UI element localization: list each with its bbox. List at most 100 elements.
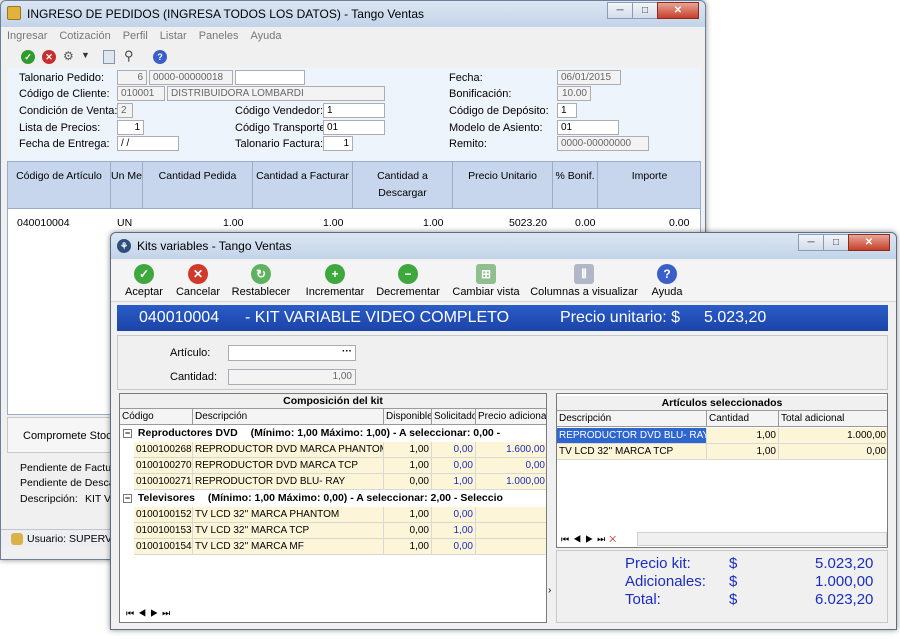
- deposito-label: Código de Depósito:: [449, 105, 549, 117]
- accept-button[interactable]: ✓ Aceptar: [121, 264, 167, 298]
- accept-icon[interactable]: ✓: [21, 50, 35, 64]
- prev-record-icon[interactable]: ◀: [138, 608, 150, 618]
- minimize-button[interactable]: ─: [607, 2, 633, 19]
- columns-button[interactable]: ⫴ Columnas a visualizar: [529, 264, 639, 298]
- row-cantidad: 1.00: [223, 217, 244, 229]
- cliente-code-field[interactable]: 010001: [117, 86, 165, 101]
- articulo-input[interactable]: [228, 345, 356, 361]
- collapse-icon[interactable]: −: [123, 494, 132, 503]
- delete-icon[interactable]: ✕: [609, 534, 620, 544]
- asiento-field[interactable]: 01: [557, 120, 619, 135]
- talonario-order-field[interactable]: 0000-00000018: [149, 70, 233, 85]
- deposito-field[interactable]: 1: [557, 103, 577, 118]
- group-row[interactable]: − Televisores (Mínimo: 1,00 Máximo: 0,00…: [120, 491, 503, 506]
- prev-record-icon[interactable]: ◀: [573, 534, 585, 544]
- cell-codigo: 0100100271: [134, 474, 193, 490]
- col-cantidad-descargar[interactable]: Cantidad a Descargar: [353, 162, 453, 208]
- col-importe[interactable]: Importe: [598, 162, 701, 208]
- condicion-field[interactable]: 2: [117, 103, 133, 118]
- col-codigo[interactable]: Código de Artículo: [8, 162, 111, 208]
- selected-nav[interactable]: ⏮◀▶⏭✕: [561, 534, 620, 545]
- lista-field[interactable]: 1: [117, 120, 144, 135]
- col-codigo[interactable]: Código: [120, 409, 193, 425]
- globe-icon: ⚘: [117, 239, 131, 253]
- collapse-icon[interactable]: −: [123, 429, 132, 438]
- cell-solicitado: 1,00: [432, 523, 476, 539]
- col-sel-cantidad[interactable]: Cantidad: [707, 411, 779, 427]
- close-button[interactable]: ✕: [657, 2, 699, 19]
- help-button[interactable]: ? Ayuda: [647, 264, 687, 298]
- col-unidad[interactable]: Un Me: [111, 162, 143, 208]
- menu-perfil[interactable]: Perfil: [117, 28, 154, 44]
- cell-precio: 0,00: [476, 458, 546, 474]
- row-importe: 0.00: [669, 217, 690, 229]
- col-cantidad-pedida[interactable]: Cantidad Pedida: [143, 162, 253, 208]
- talonario-number-field[interactable]: 6: [117, 70, 147, 85]
- col-descripcion[interactable]: Descripción: [193, 409, 384, 425]
- cliente-name-field[interactable]: DISTRIBUIDORA LOMBARDI: [167, 86, 385, 101]
- menu-paneles[interactable]: Paneles: [193, 28, 245, 44]
- first-record-icon[interactable]: ⏮: [126, 608, 138, 618]
- selected-title: Artículos seleccionados: [557, 396, 887, 411]
- ellipsis-icon[interactable]: ···: [342, 346, 352, 357]
- entrega-field[interactable]: / /: [117, 136, 179, 151]
- kits-window: ⚘ Kits variables - Tango Ventas ─ □ ✕ ✓ …: [110, 232, 897, 630]
- talfact-field[interactable]: 1: [323, 136, 353, 151]
- cell-precio: 1.600,00: [476, 442, 546, 458]
- cell-sel-total: 1.000,00: [779, 428, 887, 444]
- kits-minimize-button[interactable]: ─: [798, 234, 824, 251]
- cancel-button[interactable]: ✕ Cancelar: [173, 264, 223, 298]
- lista-label: Lista de Precios:: [19, 122, 101, 134]
- col-solicitado[interactable]: Solicitado: [432, 409, 476, 425]
- col-precio-unitario[interactable]: Precio Unitario: [453, 162, 553, 208]
- last-record-icon[interactable]: ⏭: [162, 608, 174, 618]
- order-grid-header: Código de Artículo Un Me Cantidad Pedida…: [7, 161, 701, 209]
- cancel-icon[interactable]: ✕: [42, 50, 56, 64]
- col-cantidad-facturar[interactable]: Cantidad a Facturar: [253, 162, 353, 208]
- search-icon[interactable]: ⚲: [124, 48, 134, 64]
- bonif-field[interactable]: 10.00: [557, 86, 591, 101]
- accept-label: Aceptar: [125, 286, 163, 298]
- kits-close-button[interactable]: ✕: [848, 234, 890, 251]
- transporte-label: Código Transporte:: [235, 122, 329, 134]
- first-record-icon[interactable]: ⏮: [561, 534, 573, 544]
- group-row[interactable]: − Reproductores DVD (Mínimo: 1,00 Máximo…: [120, 426, 501, 441]
- fecha-field[interactable]: 06/01/2015: [557, 70, 621, 85]
- last-record-icon[interactable]: ⏭: [597, 534, 609, 544]
- transporte-field[interactable]: 01: [323, 120, 385, 135]
- horizontal-scrollbar[interactable]: [637, 532, 887, 546]
- chevron-down-icon[interactable]: ▼: [81, 50, 90, 60]
- menu-cotizacion[interactable]: Cotización: [53, 28, 116, 44]
- composition-nav[interactable]: ⏮◀▶⏭: [126, 608, 174, 619]
- help-icon[interactable]: ?: [153, 50, 167, 64]
- change-view-button[interactable]: ⊞ Cambiar vista: [451, 264, 521, 298]
- comprometer-stock-label[interactable]: Compromete Stock: [23, 430, 117, 442]
- document-icon[interactable]: [103, 50, 115, 64]
- wrench-icon[interactable]: ⚙: [63, 49, 74, 63]
- decrement-button[interactable]: − Decrementar: [375, 264, 441, 298]
- next-record-icon[interactable]: ▶: [585, 534, 597, 544]
- cantidad-input[interactable]: 1,00: [228, 369, 356, 385]
- cell-precio: [476, 539, 546, 555]
- order-toolbar: ✓ ✕ ⚙ ▼ ⚲ ?: [1, 46, 705, 68]
- col-disponible[interactable]: Disponible: [384, 409, 432, 425]
- col-sel-descripcion[interactable]: Descripción: [557, 411, 707, 427]
- splitter-arrow-icon[interactable]: ›: [548, 585, 551, 596]
- col-sel-total[interactable]: Total adicional: [779, 411, 887, 427]
- talonario-extra-field[interactable]: [235, 70, 305, 85]
- col-bonif[interactable]: % Bonif.: [553, 162, 598, 208]
- kits-maximize-button[interactable]: □: [823, 234, 849, 251]
- remito-field[interactable]: 0000-00000000: [557, 136, 649, 151]
- menu-listar[interactable]: Listar: [154, 28, 193, 44]
- col-precio-adicional[interactable]: Precio adicional: [476, 409, 546, 425]
- menu-ayuda[interactable]: Ayuda: [244, 28, 287, 44]
- remito-label: Remito:: [449, 138, 487, 150]
- reset-button[interactable]: ↻ Restablecer: [229, 264, 293, 298]
- vendedor-field[interactable]: 1: [323, 103, 385, 118]
- increment-button[interactable]: + Incrementar: [303, 264, 367, 298]
- kit-code: 040010004: [139, 309, 220, 326]
- next-record-icon[interactable]: ▶: [150, 608, 162, 618]
- maximize-button[interactable]: □: [632, 2, 658, 19]
- menu-ingresar[interactable]: Ingresar: [1, 28, 53, 44]
- columns-label: Columnas a visualizar: [530, 286, 638, 298]
